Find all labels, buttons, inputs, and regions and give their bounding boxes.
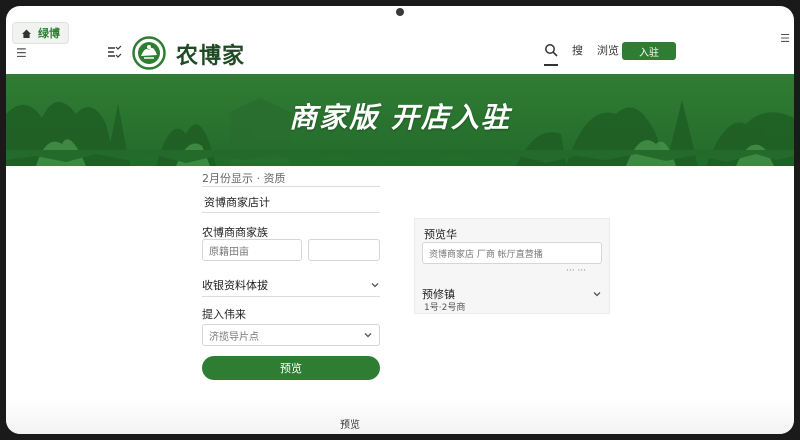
device-screen: 绿博 ☰ ☰ 农博家 搜 浏览 入驻 商家版 开店入驻 2月份显示 · 资质 资…: [6, 6, 794, 434]
chevron-down-icon: [593, 292, 601, 297]
qualification-select[interactable]: 收银资料体拔: [202, 276, 380, 294]
preview-section-sub: 1号·2号商: [424, 303, 466, 313]
store-type-input-a[interactable]: 原籍田亩: [202, 239, 302, 261]
hero-title: 商家版 开店入驻: [289, 101, 511, 134]
join-select[interactable]: 济揽导片点: [202, 324, 380, 346]
divider: [202, 296, 380, 297]
chevron-down-icon: [371, 283, 379, 288]
form-top-hint: 2月份显示 · 资质: [202, 172, 286, 185]
preview-button[interactable]: 预览: [202, 356, 380, 380]
join-button[interactable]: 入驻: [622, 42, 676, 60]
divider: [202, 186, 380, 187]
store-name-value[interactable]: 资博商家店计: [204, 194, 270, 210]
nav-item-search[interactable]: 搜: [572, 42, 583, 58]
brand-name[interactable]: 农博家: [176, 38, 245, 70]
home-icon: [21, 28, 32, 39]
main-nav: 搜 浏览: [544, 42, 619, 58]
menu-icon[interactable]: [106, 44, 122, 60]
chevron-down-icon: [364, 333, 372, 338]
nav-active-underline: [544, 64, 558, 66]
nav-item-browse[interactable]: 浏览: [597, 42, 619, 58]
search-icon[interactable]: [544, 43, 558, 57]
footer-label[interactable]: 预览: [340, 416, 360, 431]
preview-panel-title: 预览华: [424, 228, 457, 241]
store-type-input-b[interactable]: [308, 239, 380, 261]
divider: [202, 212, 380, 213]
preview-input[interactable]: 资博商家店 厂商 帐厅直营播: [422, 242, 602, 264]
join-select-placeholder: 济揽导片点: [209, 331, 259, 343]
qualification-select-value: 收银资料体拔: [202, 279, 268, 292]
site-header: 农博家 搜 浏览 入驻: [6, 32, 794, 76]
store-type-label: 农博商商家族: [202, 226, 268, 239]
join-label: 提入伟来: [202, 308, 246, 321]
hero-torn-edge: [6, 150, 794, 163]
browser-tab[interactable]: 绿博: [12, 22, 69, 44]
browser-tab-label: 绿博: [38, 27, 60, 40]
camera-dot: [396, 8, 404, 16]
footer-fade: [6, 398, 794, 434]
preview-input-meta: ··· ···: [566, 266, 587, 276]
logo-icon: [132, 36, 166, 70]
